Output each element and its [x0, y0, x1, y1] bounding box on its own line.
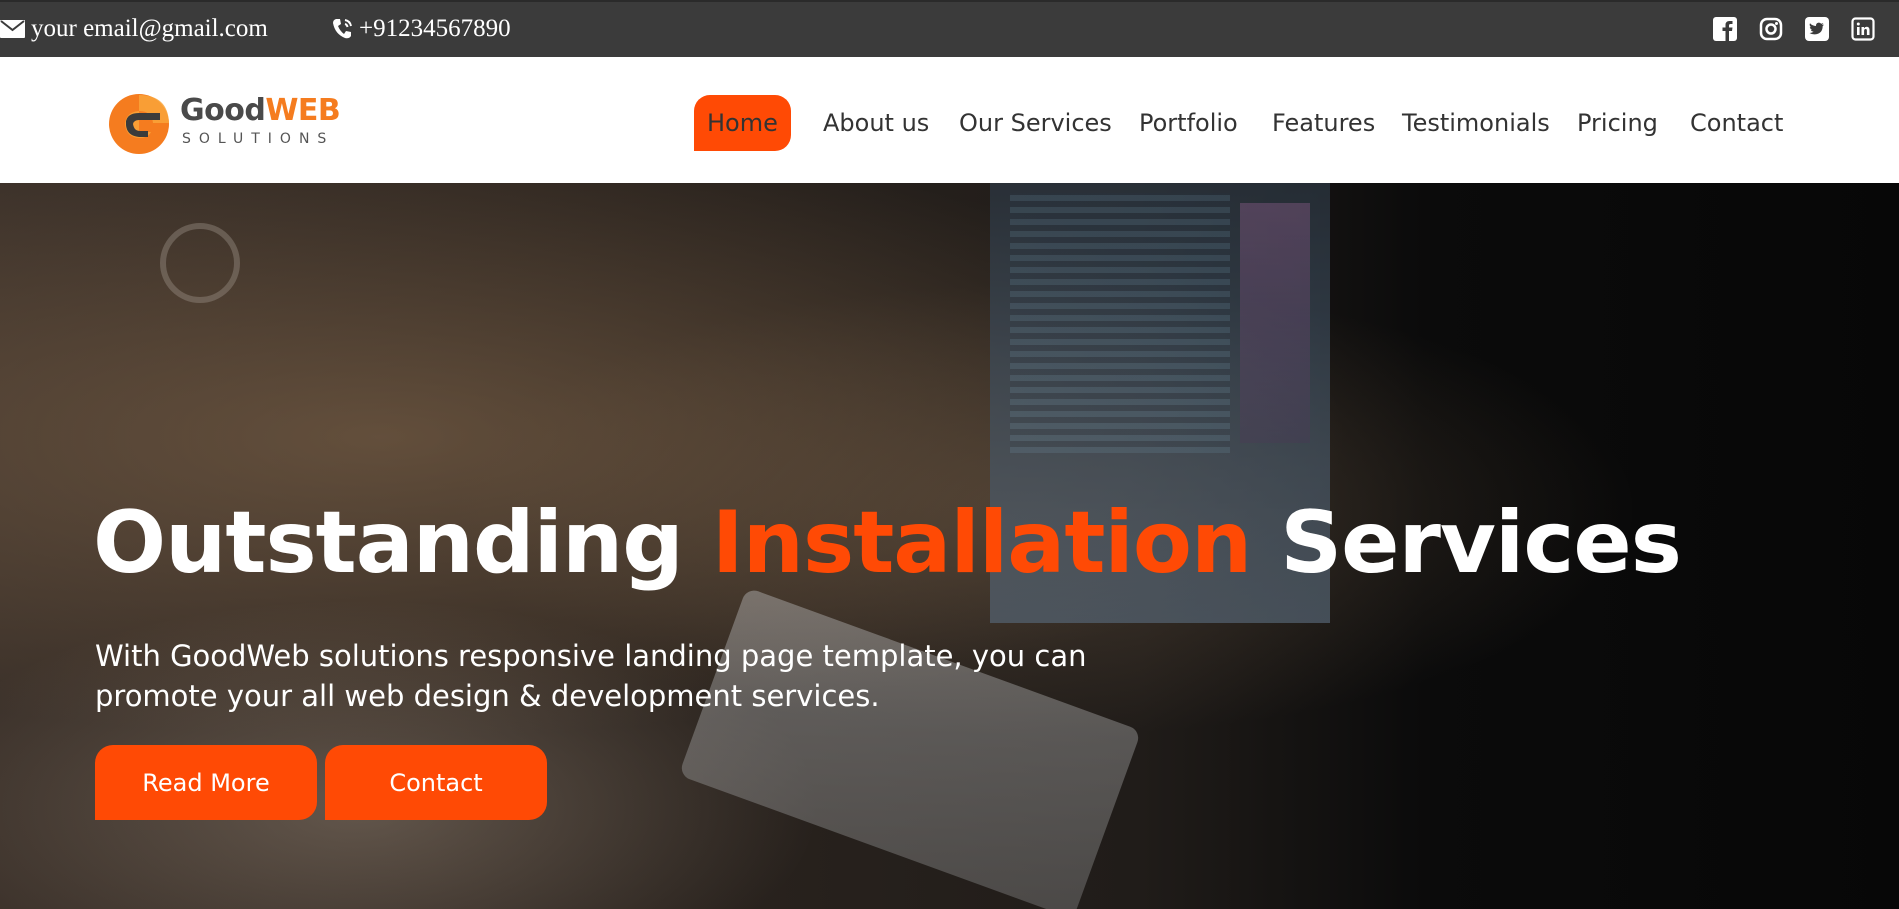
nav-pricing[interactable]: Pricing: [1577, 95, 1658, 151]
main-navbar: GoodWEB SOLUTIONS Home About us Our Serv…: [0, 57, 1899, 183]
facebook-icon[interactable]: [1713, 17, 1737, 41]
brand-logo[interactable]: GoodWEB SOLUTIONS: [108, 87, 348, 157]
instagram-icon[interactable]: [1759, 17, 1783, 41]
nav-portfolio[interactable]: Portfolio: [1139, 95, 1238, 151]
hero-title-accent: Installation: [711, 493, 1252, 593]
hero-background-lamp: [160, 223, 240, 303]
hero-title: Outstanding Installation Services: [93, 493, 1682, 593]
linkedin-icon[interactable]: [1851, 17, 1875, 41]
contact-button[interactable]: Contact: [325, 745, 547, 820]
email-text: your email@gmail.com: [31, 15, 268, 42]
brand-tagline: SOLUTIONS: [182, 131, 335, 147]
top-bar: your email@gmail.com +91234567890: [0, 0, 1899, 57]
social-links: [1713, 17, 1875, 41]
nav-about-us[interactable]: About us: [823, 95, 929, 151]
nav-contact[interactable]: Contact: [1690, 95, 1783, 151]
nav-our-services[interactable]: Our Services: [959, 95, 1112, 151]
read-more-button[interactable]: Read More: [95, 745, 317, 820]
phone-contact[interactable]: +91234567890: [331, 14, 511, 44]
brand-name: GoodWEB: [180, 93, 341, 128]
phone-icon: [331, 17, 353, 41]
hero-lead-text: With GoodWeb solutions responsive landin…: [95, 639, 1087, 713]
nav-testimonials[interactable]: Testimonials: [1402, 95, 1550, 151]
nav-home[interactable]: Home: [694, 95, 791, 151]
phone-text: +91234567890: [359, 15, 511, 42]
email-contact[interactable]: your email@gmail.com: [0, 14, 268, 44]
hero-section: Outstanding Installation Services With G…: [0, 183, 1899, 909]
envelope-icon: [0, 19, 25, 39]
logo-g-icon: [109, 94, 169, 154]
nav-features[interactable]: Features: [1272, 95, 1375, 151]
twitter-icon[interactable]: [1805, 17, 1829, 41]
